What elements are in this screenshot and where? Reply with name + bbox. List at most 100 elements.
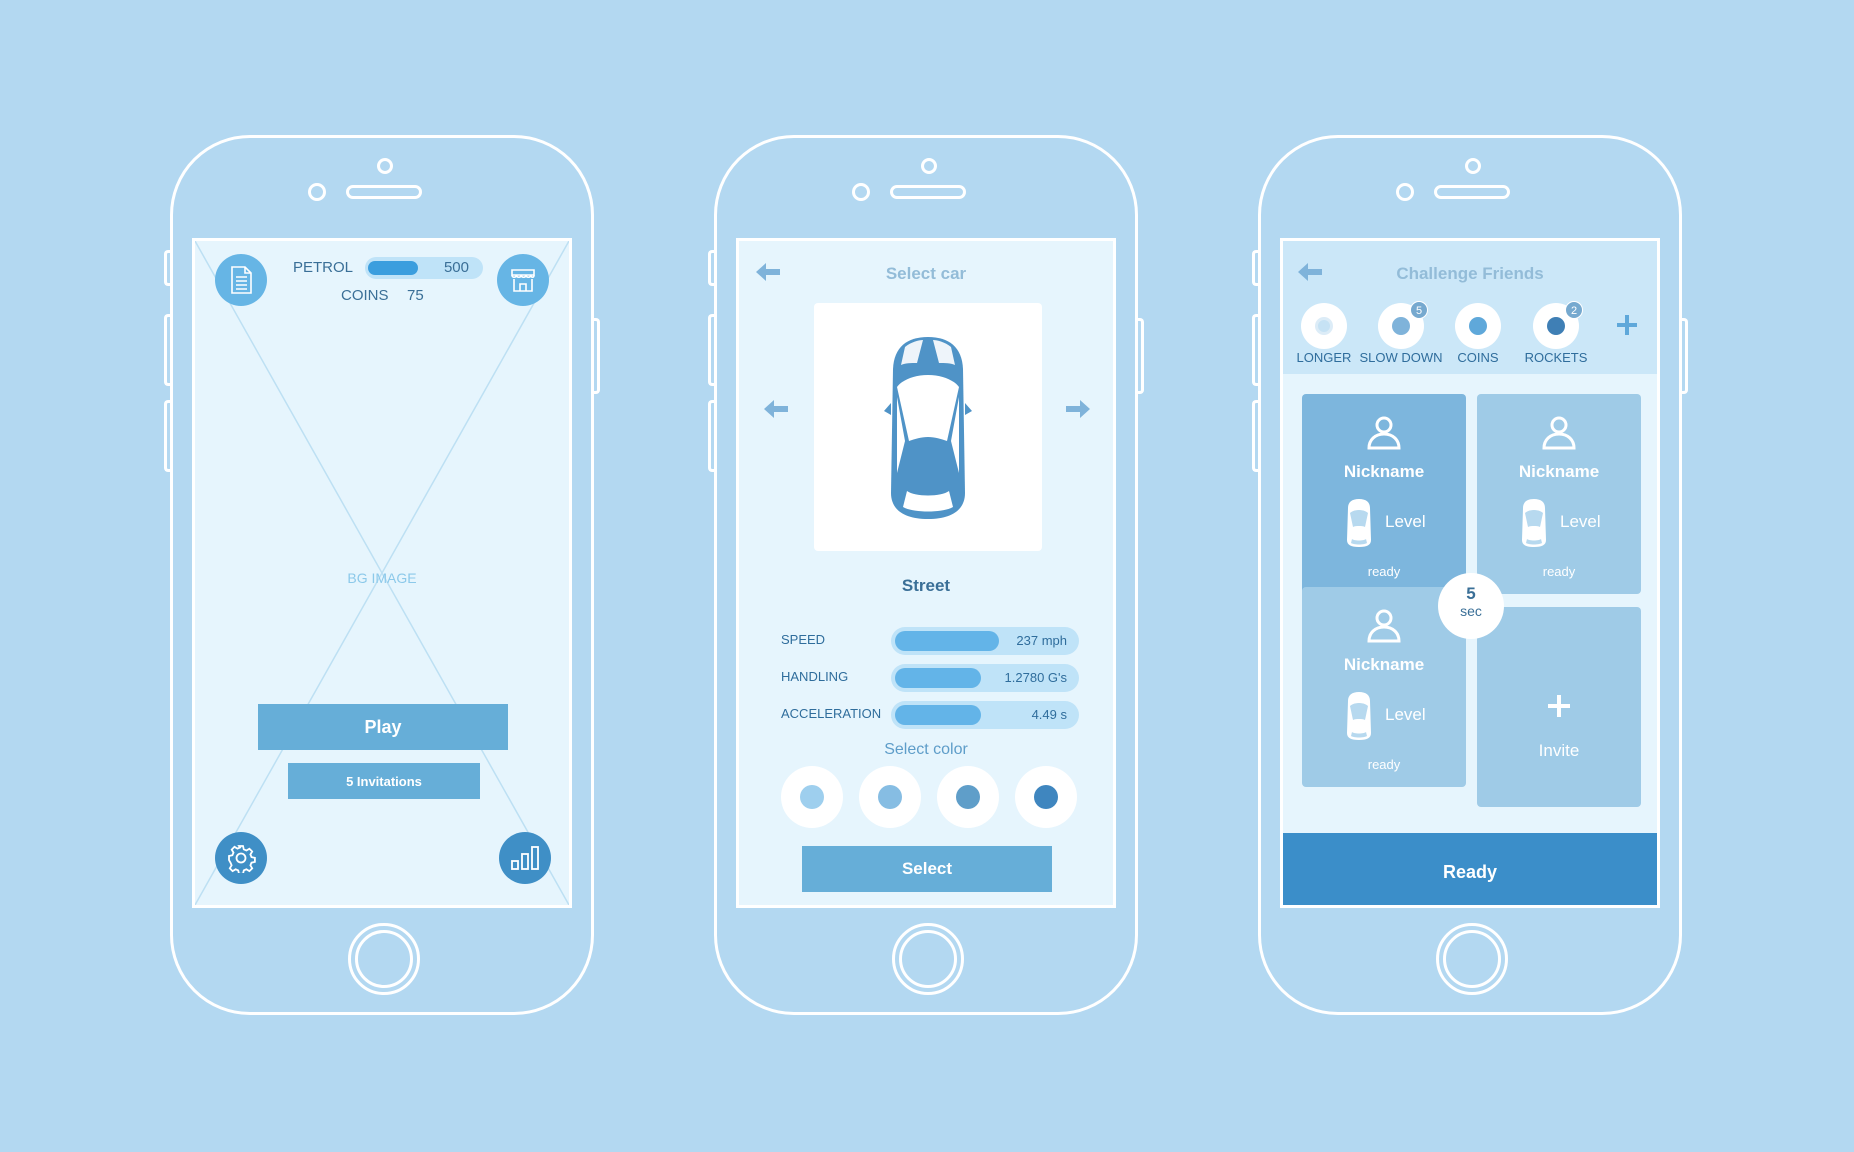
page-title: Select car — [885, 264, 967, 283]
phone-power-button — [1682, 318, 1688, 394]
car-name: Street — [901, 576, 951, 595]
phone-mute-switch — [1252, 250, 1258, 286]
shop-icon[interactable] — [497, 254, 549, 306]
phone-volume-up — [708, 314, 714, 386]
player-status: ready — [1542, 564, 1576, 579]
phone-volume-up — [164, 314, 170, 386]
document-icon[interactable] — [215, 254, 267, 306]
spec-value: 237 mph — [1016, 633, 1067, 648]
player-status: ready — [1367, 564, 1401, 579]
powerup-circle — [1301, 303, 1347, 349]
player-car-icon — [1521, 498, 1547, 553]
user-avatar-icon — [1541, 414, 1577, 455]
select-color-label: Select color — [884, 741, 968, 758]
player-car-icon — [1346, 498, 1372, 553]
powerup-dot — [1547, 317, 1565, 335]
powerup-circle — [1455, 303, 1501, 349]
player-tile[interactable]: Nickname Level ready — [1477, 394, 1641, 594]
powerup-dot — [1392, 317, 1410, 335]
timer-value: 5 — [1466, 584, 1476, 603]
spec-bar-fill — [895, 631, 999, 651]
color-swatch-dot — [800, 785, 824, 809]
user-avatar-icon — [1366, 607, 1402, 648]
gear-icon[interactable] — [215, 832, 267, 884]
previous-car-arrow-icon[interactable] — [763, 398, 789, 420]
player-car-icon — [1346, 691, 1372, 746]
phone-front-lens — [1396, 183, 1414, 201]
color-swatch[interactable] — [781, 766, 843, 828]
phone-power-button — [594, 318, 600, 394]
phone-speaker — [1434, 185, 1510, 199]
coins-label: COINS — [341, 287, 389, 304]
phone-volume-up — [1252, 314, 1258, 386]
phone-home: PETROL 500 COINS 75 BG IMAGE Play 5 Invi… — [164, 135, 600, 1015]
phone-mute-switch — [708, 250, 714, 286]
color-swatch[interactable] — [1015, 766, 1077, 828]
ready-button[interactable]: Ready — [1283, 833, 1657, 905]
petrol-value: 500 — [443, 259, 469, 276]
phone-front-lens — [308, 183, 326, 201]
player-nickname: Nickname — [1343, 655, 1425, 674]
powerup-badge: 2 — [1565, 301, 1583, 319]
phone-select-car: Select car Street SPEED 237 mph HANDLING 1.… — [708, 135, 1144, 1015]
color-swatch[interactable] — [859, 766, 921, 828]
spec-bar: 1.2780 G's — [891, 664, 1079, 692]
player-tile[interactable]: Nickname Level ready — [1302, 394, 1466, 594]
player-level: Level — [1385, 512, 1426, 531]
player-nickname: Nickname — [1343, 462, 1425, 481]
player-level: Level — [1385, 705, 1426, 724]
player-level: Level — [1560, 512, 1601, 531]
invite-tile[interactable]: Invite — [1477, 607, 1641, 807]
phone-challenge: Challenge Friends LONGER 5 SLOW DOWN COINS 2… — [1252, 135, 1688, 1015]
spec-bar-fill — [895, 705, 981, 725]
phone-home-button[interactable] — [892, 923, 964, 995]
page-title: Challenge Friends — [1396, 264, 1544, 283]
phone-volume-down — [164, 400, 170, 472]
spec-value: 4.49 s — [1031, 707, 1067, 722]
petrol-gauge-fill — [368, 261, 418, 275]
petrol-gauge: 500 — [365, 257, 483, 279]
powerup-dot — [1315, 317, 1333, 335]
spec-bar: 237 mph — [891, 627, 1079, 655]
phone-speaker — [346, 185, 422, 199]
powerup-badge: 5 — [1410, 301, 1428, 319]
phone-front-lens — [852, 183, 870, 201]
next-car-arrow-icon[interactable] — [1065, 398, 1091, 420]
phone-home-button[interactable] — [348, 923, 420, 995]
spec-bar: 4.49 s — [891, 701, 1079, 729]
phone-power-button — [1138, 318, 1144, 394]
phone-camera — [377, 158, 393, 174]
phone-home-button[interactable] — [1436, 923, 1508, 995]
phone-volume-down — [708, 400, 714, 472]
challenge-header: Challenge Friends LONGER 5 SLOW DOWN COINS 2… — [1283, 241, 1657, 374]
user-avatar-icon — [1366, 414, 1402, 455]
phone-speaker — [890, 185, 966, 199]
phone-volume-down — [1252, 400, 1258, 472]
add-powerup-plus-icon[interactable] — [1615, 313, 1639, 337]
invitations-button[interactable]: 5 Invitations — [288, 763, 480, 799]
powerup-label: SLOW DOWN — [1359, 350, 1443, 365]
spec-bar-fill — [895, 668, 981, 688]
color-swatch-dot — [1034, 785, 1058, 809]
challenge-screen: Challenge Friends LONGER 5 SLOW DOWN COINS 2… — [1280, 238, 1660, 908]
countdown-timer: 5 sec — [1438, 573, 1504, 639]
spec-label: ACCELERATION — [781, 706, 882, 721]
timer-unit: sec — [1460, 603, 1482, 619]
powerup-dot — [1469, 317, 1487, 335]
phone-camera — [921, 158, 937, 174]
bar-chart-icon[interactable] — [499, 832, 551, 884]
color-swatch[interactable] — [937, 766, 999, 828]
car-preview-card — [814, 303, 1042, 551]
select-button[interactable]: Select — [802, 846, 1052, 892]
plus-icon — [1548, 695, 1570, 717]
powerup-label: ROCKETS — [1524, 350, 1588, 365]
play-button[interactable]: Play — [258, 704, 508, 750]
phone-mute-switch — [164, 250, 170, 286]
color-swatch-dot — [956, 785, 980, 809]
petrol-label: PETROL — [293, 259, 354, 276]
invite-label: Invite — [1538, 741, 1580, 760]
spec-value: 1.2780 G's — [1004, 670, 1067, 685]
home-screen: PETROL 500 COINS 75 BG IMAGE Play 5 Invi… — [192, 238, 572, 908]
player-nickname: Nickname — [1518, 462, 1600, 481]
phone-camera — [1465, 158, 1481, 174]
